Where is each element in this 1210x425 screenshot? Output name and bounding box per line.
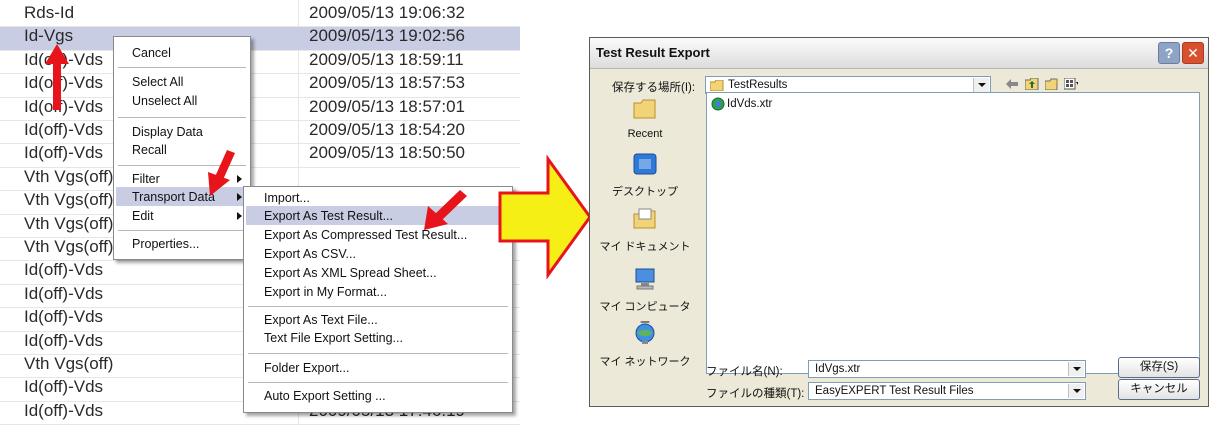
filename-label: ファイル名(N): — [706, 366, 783, 378]
file-name: IdVds.xtr — [727, 98, 773, 110]
xtr-file-icon — [711, 97, 725, 111]
close-button[interactable]: ✕ — [1182, 42, 1204, 64]
dialog-titlebar: Test Result Export ? ✕ — [590, 38, 1208, 69]
computer-icon — [635, 268, 655, 290]
folder-icon — [633, 99, 656, 119]
new-folder-icon[interactable] — [1045, 78, 1059, 90]
places-bar: Recent デスクトップ マイ ドキュメント マイ コンピューター マイ ネッ… — [598, 92, 692, 402]
up-folder-icon[interactable] — [1025, 78, 1039, 90]
arrow-up-icon — [45, 44, 69, 110]
filename-input[interactable]: IdVgs.xtr — [808, 360, 1086, 378]
place-label: マイ ネットワーク — [599, 356, 691, 368]
filename-value: IdVgs.xtr — [815, 363, 861, 375]
place-desktop[interactable]: デスクトップ — [598, 147, 692, 209]
arrow-down-icon — [424, 190, 467, 230]
save-button[interactable]: 保存(S) — [1118, 357, 1200, 378]
place-label: マイ ドキュメント — [599, 241, 691, 253]
cancel-button[interactable]: キャンセル — [1118, 379, 1200, 400]
chevron-down-icon[interactable] — [1068, 362, 1084, 376]
back-arrow-icon[interactable] — [1005, 78, 1019, 90]
save-in-value: TestResults — [728, 79, 788, 91]
filetype-label: ファイルの種類(T): — [706, 388, 805, 400]
chevron-down-icon[interactable] — [1068, 384, 1084, 398]
network-icon — [635, 323, 655, 344]
dialog-title: Test Result Export — [596, 45, 710, 60]
place-my-network[interactable]: マイ ネットワーク — [598, 317, 692, 379]
filetype-value: EasyEXPERT Test Result Files — [815, 385, 974, 397]
place-my-documents[interactable]: マイ ドキュメント — [598, 202, 692, 264]
place-label: デスクトップ — [612, 186, 678, 198]
export-dialog: Test Result Export ? ✕ 保存する場所(I): TestRe… — [589, 37, 1209, 407]
folder-icon — [710, 80, 724, 91]
file-list[interactable]: IdVds.xtr — [706, 92, 1200, 374]
documents-folder-icon — [633, 208, 656, 229]
place-label: Recent — [627, 128, 663, 140]
place-my-computer[interactable]: マイ コンピューター — [598, 262, 692, 329]
annotation-arrows — [45, 44, 467, 230]
big-right-arrow-icon — [498, 155, 592, 279]
arrow-down-icon — [208, 150, 235, 196]
place-recent[interactable]: Recent — [598, 92, 692, 154]
chevron-down-icon[interactable] — [973, 78, 989, 92]
view-menu-icon[interactable] — [1064, 78, 1078, 90]
desktop-icon — [633, 153, 657, 175]
help-button[interactable]: ? — [1158, 42, 1180, 64]
filetype-dropdown[interactable]: EasyEXPERT Test Result Files — [808, 382, 1086, 400]
